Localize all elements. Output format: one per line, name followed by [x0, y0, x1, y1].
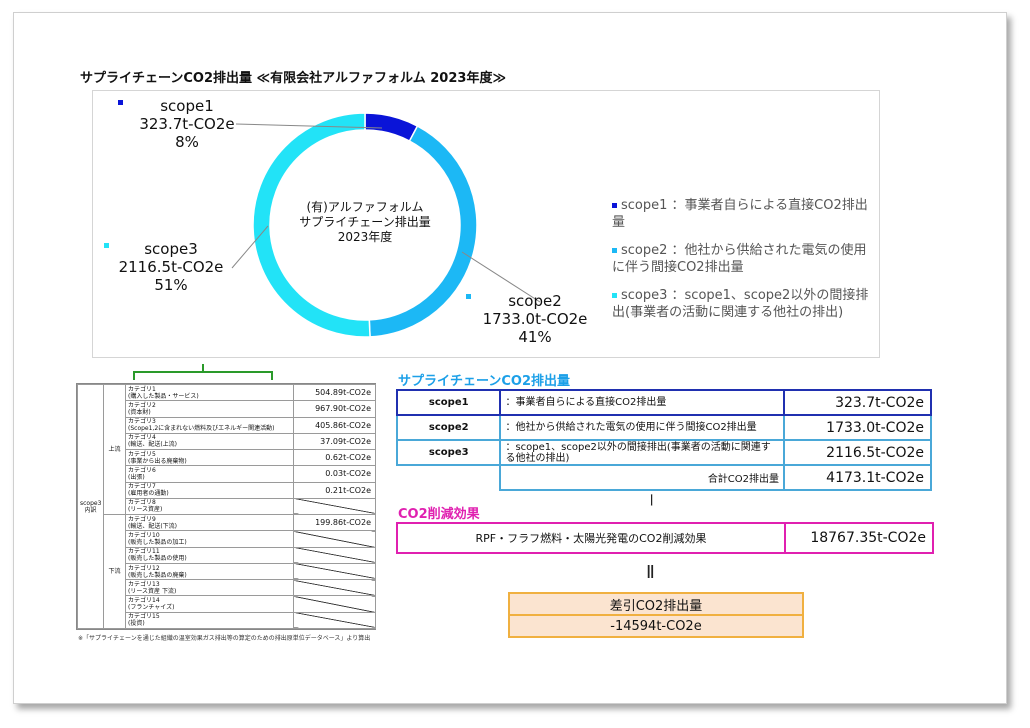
scope3-group-label: scope3 内訳	[77, 384, 104, 629]
category-name: カテゴリ9 (輸送、配送(下流)	[125, 514, 294, 532]
net-emission-box: 差引CO2排出量 -14594t-CO2e	[508, 592, 804, 638]
legend-scope3: scope3 ：scope1、scope2以外の間接排出(事業者の活動に関連する…	[612, 288, 869, 320]
category-name: カテゴリ12 (販売した製品の廃棄)	[125, 562, 294, 581]
reduction-amount: 18767.35t-CO2e	[810, 530, 926, 546]
scope1-leader	[235, 123, 383, 129]
supply-row-total: 合計CO2排出量 4173.1t-CO2e	[397, 464, 932, 491]
reduction-box: RPF・フラフ燃料・太陽光発電のCO2削減効果 18767.35t-CO2e	[396, 522, 934, 554]
supply-desc: ：事業者自らによる直接CO2排出量	[499, 389, 786, 416]
supply-desc: ：他社から供給された電気の使用に伴う間接CO2排出量	[499, 414, 786, 441]
category-name: カテゴリ14 (フランチャイズ)	[125, 595, 294, 613]
supply-table: scope1 ：事業者自らによる直接CO2排出量 323.7t-CO2e sco…	[395, 389, 932, 491]
category-value: 0.21t-CO2e	[293, 481, 376, 499]
category-value: 37.09t-CO2e	[293, 432, 376, 451]
category-name: カテゴリ3 (Scope1,2に含まれない燃料及びエネルギー関連活動)	[125, 416, 294, 434]
supply-amount: 2116.5t-CO2e	[783, 439, 932, 466]
supply-row-scope3: scope3 ：scope1、scope2以外の間接排出(事業者の活動に関連する…	[395, 439, 932, 466]
reduction-heading: CO2削減効果	[398, 507, 480, 522]
bracket	[133, 364, 273, 380]
supply-desc: ：scope1、scope2以外の間接排出(事業者の活動に関連する他社の排出)	[499, 439, 786, 466]
category-name: カテゴリ8 (リース資産)	[125, 497, 294, 516]
category-value: 504.89t-CO2e	[293, 383, 376, 402]
legend-scope1: scope1 ：事業者自らによる直接CO2排出量	[612, 198, 868, 230]
category-name: カテゴリ11 (販売した製品の使用)	[125, 546, 294, 564]
supply-amount: 323.7t-CO2e	[783, 389, 932, 416]
category-name: カテゴリ6 (出張)	[125, 465, 294, 483]
category-value: 0.62t-CO2e	[293, 449, 376, 467]
category-value: 967.90t-CO2e	[293, 400, 376, 418]
category-value	[293, 595, 376, 613]
category-row: 下流 カテゴリ9 (輸送、配送(下流) 199.86t-CO2e	[78, 514, 376, 629]
scope3-label: scope3 2116.5t-CO2e 51%	[118, 240, 224, 294]
reduction-desc: RPF・フラフ燃料・太陽光発電のCO2削減効果	[398, 524, 786, 552]
net-value: -14594t-CO2e	[510, 616, 802, 636]
net-label: 差引CO2排出量	[510, 594, 802, 616]
category-name: カテゴリ15 (投資)	[125, 611, 294, 630]
supply-heading: サプライチェーンCO2排出量	[398, 374, 570, 389]
category-name: カテゴリ4 (輸送、配送(上流)	[125, 432, 294, 451]
donut-center-text: (有)アルファフォルム サプライチェーン排出量 2023年度	[299, 200, 431, 244]
category-name: カテゴリ7 (雇用者の通勤)	[125, 481, 294, 499]
scope2-label: scope2 1733.0t-CO2e 41%	[482, 292, 588, 346]
supply-row-scope1: scope1 ：事業者自らによる直接CO2排出量 323.7t-CO2e	[395, 389, 932, 416]
category-value: 0.03t-CO2e	[293, 465, 376, 483]
category-value	[293, 530, 376, 548]
category-value: 199.86t-CO2e	[293, 514, 376, 532]
category-value: 405.86t-CO2e	[293, 416, 376, 434]
downstream-label: 下流	[103, 514, 126, 629]
supply-name: scope1	[395, 389, 502, 416]
category-value	[293, 562, 376, 581]
category-row: scope3 内訳 上流 カテゴリ1 (購入した製品・サービス) 504.89t-CO2…	[77, 383, 376, 629]
upstream-label: 上流	[103, 383, 126, 516]
category-value	[293, 611, 376, 630]
category-name: カテゴリ13 (リース資産 下流)	[125, 579, 294, 597]
category-value	[293, 579, 376, 597]
scope3-leader	[231, 225, 269, 269]
category-name: カテゴリ2 (資本財)	[125, 400, 294, 418]
equals-sign: Ⅱ	[646, 562, 655, 583]
supply-name: scope2	[395, 414, 502, 441]
category-value	[293, 546, 376, 564]
total-label: 合計CO2排出量	[499, 464, 786, 491]
category-name: カテゴリ10 (販売した製品の加工)	[125, 530, 294, 548]
category-name: カテゴリ5 (事業から出る廃棄物)	[125, 449, 294, 467]
source-note: ※「サプライチェーンを通じた組織の温室効果ガス排出等の算定のための排出原単位デー…	[78, 635, 371, 642]
legend-scope2: scope2 ：他社から供給された電気の使用に伴う間接CO2排出量	[612, 243, 867, 275]
supply-amount: 1733.0t-CO2e	[783, 414, 932, 441]
category-value	[293, 497, 376, 516]
minus-sign: ー	[642, 493, 658, 507]
scope3-breakdown-table: scope3 内訳 上流 カテゴリ1 (購入した製品・サービス) 504.89t-CO2…	[76, 383, 376, 630]
category-name: カテゴリ1 (購入した製品・サービス)	[125, 383, 294, 402]
total-amount: 4173.1t-CO2e	[783, 464, 932, 491]
scope1-label: scope1 323.7t-CO2e 8%	[139, 97, 235, 151]
supply-name: scope3	[395, 439, 502, 466]
supply-row-scope2: scope2 ：他社から供給された電気の使用に伴う間接CO2排出量 1733.0…	[395, 414, 932, 441]
